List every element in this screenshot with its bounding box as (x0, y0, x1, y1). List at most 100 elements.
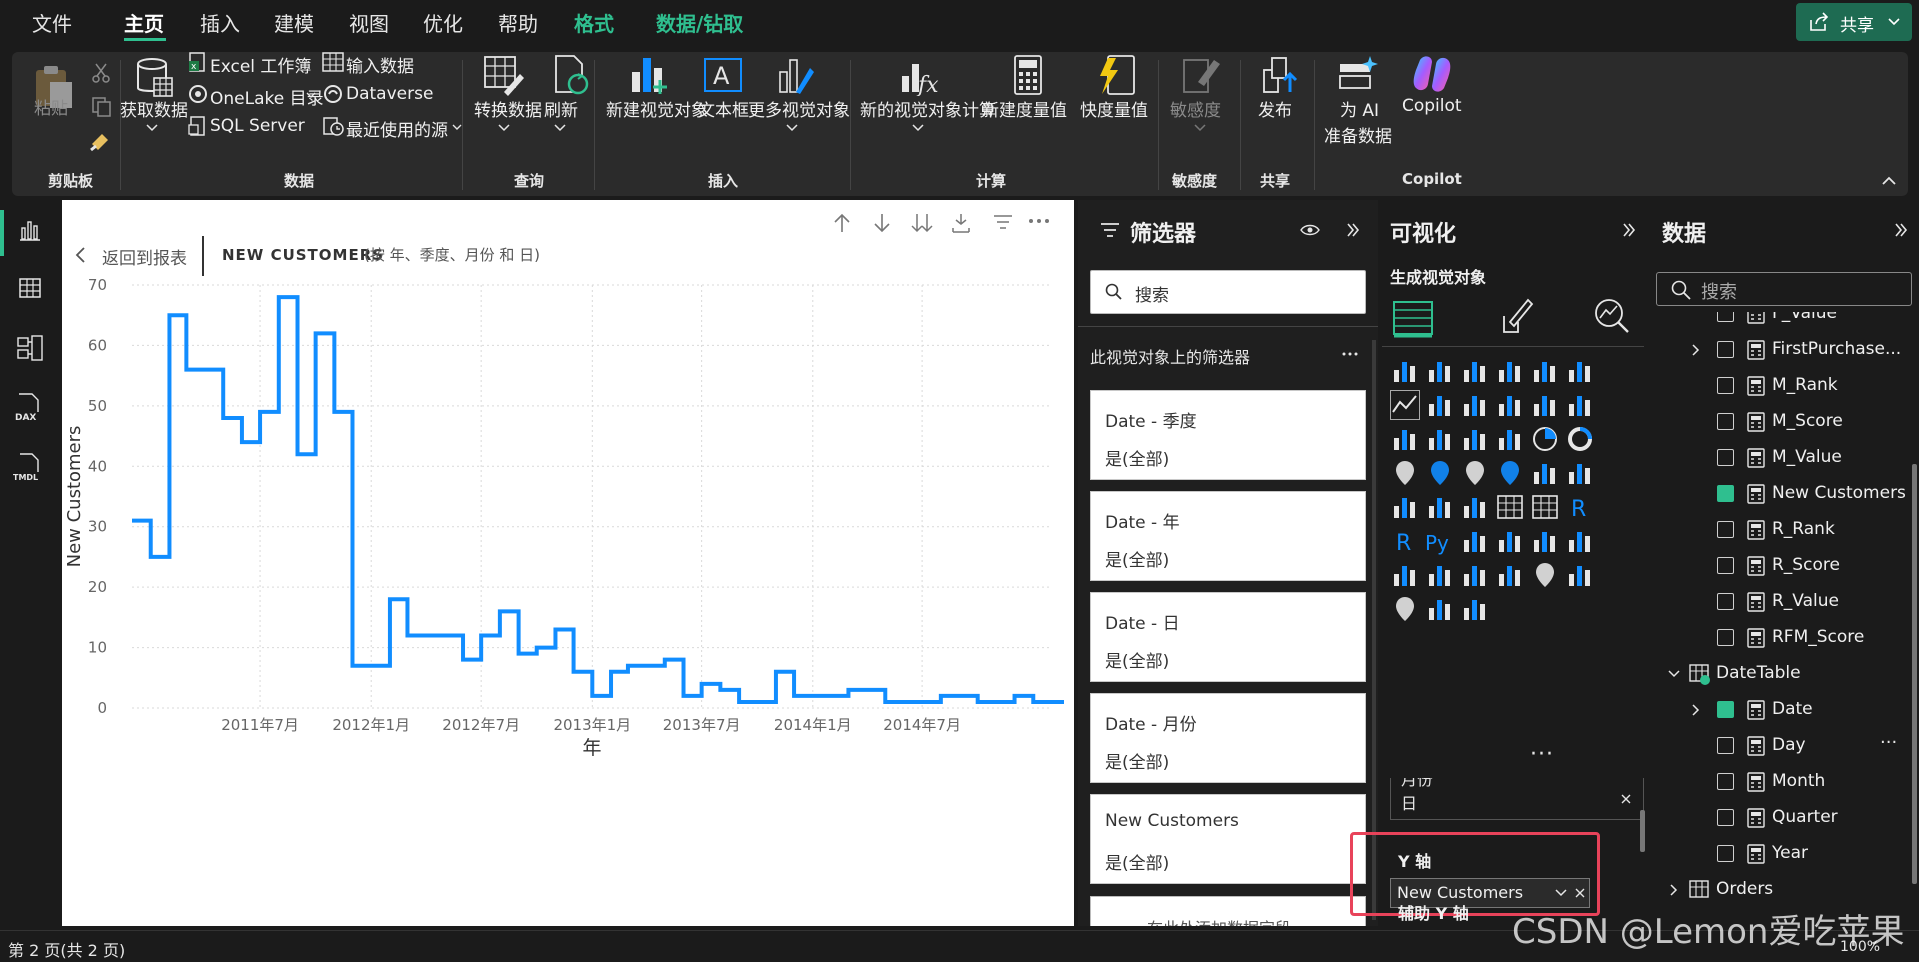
donut-chart-icon[interactable] (1565, 424, 1597, 456)
dax-query-view-icon[interactable]: DAX (14, 392, 44, 422)
calculator-icon[interactable] (1012, 54, 1044, 96)
field-checkbox[interactable] (1717, 809, 1734, 826)
field-row[interactable]: New Customers (1654, 476, 1914, 512)
more-visuals-button[interactable]: 更多视觉对象 (748, 96, 850, 121)
chevron-down-icon[interactable] (452, 124, 462, 131)
new-measure-button[interactable]: 新建度量值 (982, 96, 1067, 121)
more-visual-types[interactable]: ··· (1530, 742, 1554, 767)
format-painter-icon[interactable] (88, 130, 114, 154)
field-checkbox[interactable] (1717, 449, 1734, 466)
field-checkbox[interactable] (1717, 485, 1734, 502)
field-row[interactable]: Year (1654, 836, 1914, 872)
chevron-down-icon[interactable] (306, 92, 316, 99)
python-visual-icon[interactable]: Py (1425, 526, 1457, 558)
line-chart[interactable]: 0 10 20 30 40 50 60 70 2011年7月 2012年1月 2012年7月 2013… (62, 270, 1074, 926)
matrix-icon[interactable] (1530, 492, 1562, 524)
new-visual-icon[interactable] (626, 54, 670, 96)
quick-measure-button[interactable]: 快度量值 (1080, 96, 1148, 121)
visual-calc-icon[interactable]: fx (898, 54, 942, 96)
field-checkbox[interactable] (1717, 845, 1734, 862)
new-visual-calc-button[interactable]: 新的视觉对象计算 (860, 96, 996, 121)
table-orders[interactable]: Orders (1654, 872, 1914, 908)
azure-map-icon[interactable] (1495, 458, 1527, 490)
enter-data-button[interactable]: 输入数据 (346, 52, 414, 77)
chevron-down-icon[interactable] (1194, 124, 1206, 132)
scrollbar-thumb[interactable] (1912, 464, 1917, 884)
chevron-down-icon[interactable] (912, 124, 924, 132)
refresh-button[interactable]: 刷新 (544, 96, 578, 121)
back-to-report-link[interactable]: 返回到报表 (102, 244, 187, 269)
chevron-down-icon[interactable] (554, 124, 566, 132)
clustered-column-chart-icon[interactable] (1495, 356, 1527, 388)
table-view-icon[interactable] (18, 276, 42, 300)
chevron-down-icon[interactable] (498, 124, 510, 132)
stacked-column-chart-icon[interactable] (1425, 356, 1457, 388)
arcgis-map-icon[interactable] (1390, 594, 1422, 626)
field-checkbox[interactable] (1717, 737, 1734, 754)
publish-button[interactable]: 发布 (1258, 96, 1292, 121)
cut-icon[interactable] (90, 62, 112, 84)
field-row[interactable]: M_Score (1654, 404, 1914, 440)
model-view-icon[interactable] (16, 334, 44, 362)
field-row[interactable]: FirstPurchase... (1654, 332, 1914, 368)
chevron-right-icon[interactable] (1692, 704, 1700, 716)
power-apps-icon[interactable] (1460, 560, 1492, 592)
copilot-icon[interactable] (1410, 54, 1454, 94)
power-automate-alt-icon[interactable] (1460, 594, 1492, 626)
eye-icon[interactable] (1300, 224, 1320, 236)
new-visual-button[interactable]: 新建视觉对象 (606, 96, 708, 121)
field-checkbox[interactable] (1717, 629, 1734, 646)
textbox-icon[interactable]: A (702, 56, 744, 94)
field-checkbox[interactable] (1717, 773, 1734, 790)
drill-up-icon[interactable] (832, 212, 852, 234)
slicer-icon[interactable] (1460, 492, 1492, 524)
table-icon[interactable] (1495, 492, 1527, 524)
menu-file[interactable]: 文件 (32, 8, 72, 37)
collapse-pane-icon[interactable] (1894, 222, 1908, 238)
build-visual-tab-icon[interactable] (1390, 296, 1436, 340)
field-row[interactable]: Date (1654, 692, 1914, 728)
refresh-icon[interactable] (552, 54, 592, 96)
r-visual-icon[interactable]: R (1565, 492, 1597, 524)
map-icon[interactable] (1425, 458, 1457, 490)
copilot-button[interactable]: Copilot (1402, 96, 1462, 116)
field-row[interactable]: M_Value (1654, 440, 1914, 476)
collapse-pane-icon[interactable] (1346, 222, 1360, 238)
qa-icon[interactable] (1530, 526, 1562, 558)
chevron-down-icon[interactable] (786, 124, 798, 132)
power-apps-alt-icon[interactable] (1425, 594, 1457, 626)
menu-insert[interactable]: 插入 (200, 8, 240, 37)
pie-chart-icon[interactable] (1530, 424, 1562, 456)
card-icon[interactable] (1565, 458, 1597, 490)
filled-map-icon[interactable] (1460, 458, 1492, 490)
textbox-button[interactable]: 文本框 (698, 96, 749, 121)
expand-all-icon[interactable] (910, 212, 934, 234)
filter-icon[interactable] (992, 212, 1014, 232)
collapse-pane-icon[interactable] (1622, 222, 1636, 238)
field-more-options[interactable]: ··· (1880, 732, 1897, 753)
collapse-ribbon-icon[interactable] (1882, 176, 1896, 185)
data-search-input[interactable]: 搜索 (1656, 272, 1912, 306)
scatter-chart-icon[interactable] (1495, 424, 1527, 456)
analytics-tab-icon[interactable] (1592, 296, 1632, 336)
field-row[interactable]: Day (1654, 728, 1914, 764)
field-row[interactable]: M_Rank (1654, 368, 1914, 404)
sensitivity-button[interactable]: 敏感度 (1170, 96, 1221, 121)
field-checkbox[interactable] (1717, 377, 1734, 394)
menu-home[interactable]: 主页 (124, 8, 164, 37)
drill-down-icon[interactable] (872, 212, 892, 234)
field-checkbox[interactable] (1717, 701, 1734, 718)
field-checkbox[interactable] (1717, 521, 1734, 538)
ai-prep-label-2[interactable]: 准备数据 (1324, 122, 1392, 147)
transform-data-icon[interactable] (482, 54, 526, 96)
filter-card-year[interactable]: Date - 年 是(全部) (1090, 491, 1366, 581)
excel-workbook-button[interactable]: Excel 工作簿 (210, 52, 311, 77)
field-checkbox[interactable] (1717, 593, 1734, 610)
paginated-report-icon[interactable] (1390, 560, 1422, 592)
dataverse-button[interactable]: Dataverse (346, 84, 433, 104)
area-chart-icon[interactable] (1425, 390, 1457, 422)
ai-prep-icon[interactable] (1336, 54, 1378, 94)
field-checkbox[interactable] (1717, 413, 1734, 430)
line-chart-icon[interactable] (1390, 390, 1422, 422)
more-visuals-icon[interactable] (776, 54, 818, 96)
